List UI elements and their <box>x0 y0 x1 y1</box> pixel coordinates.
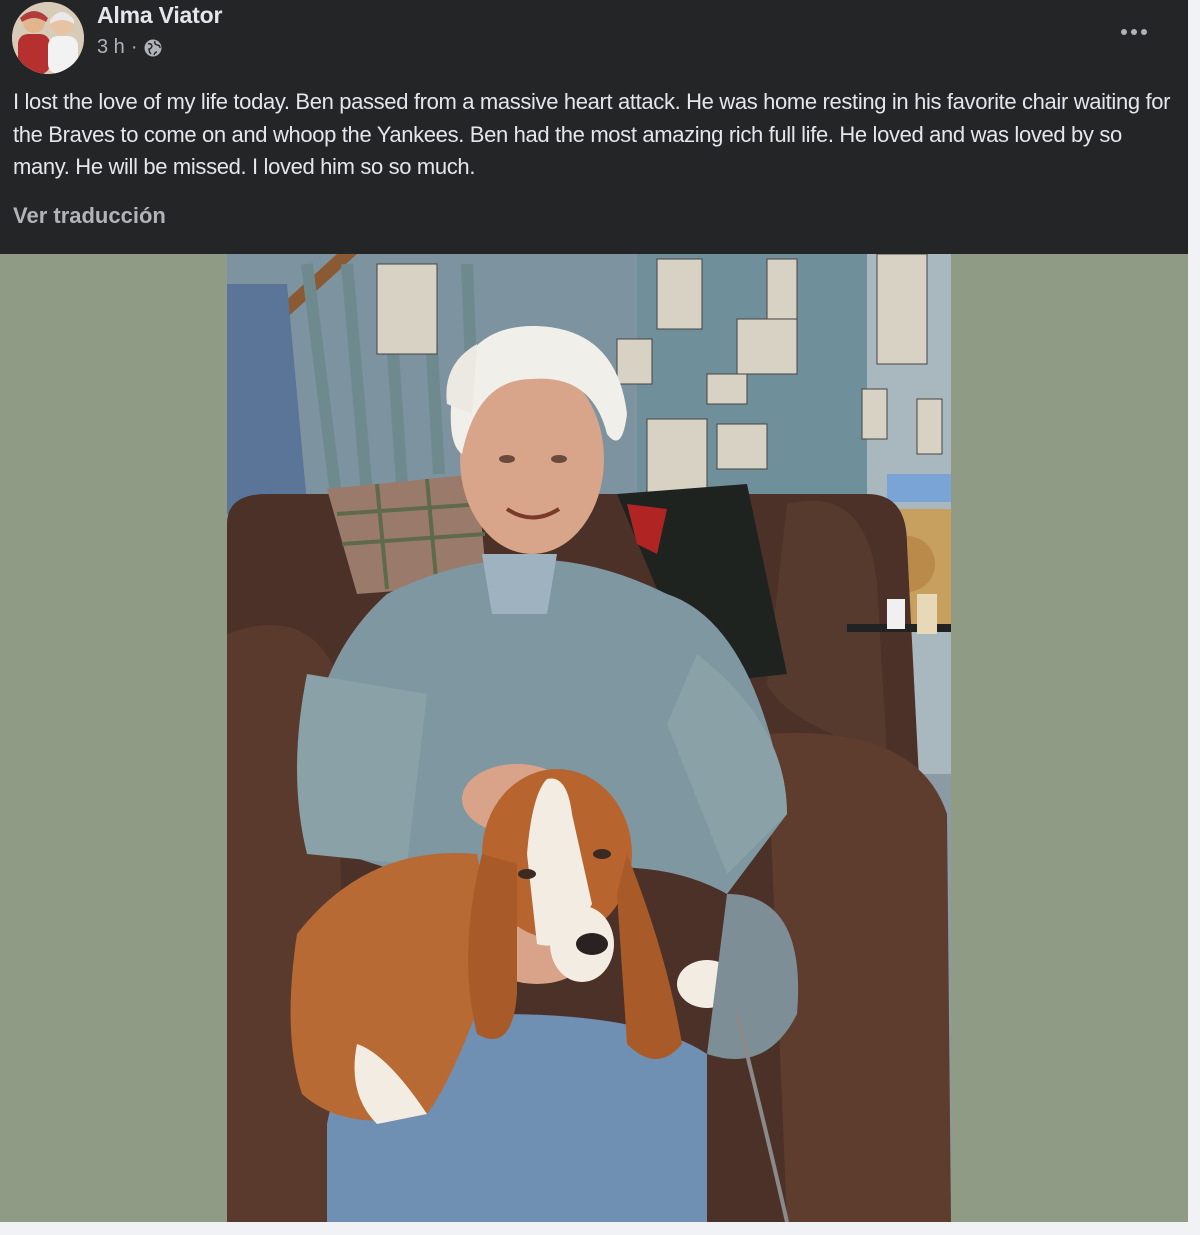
post-media <box>0 254 1188 1222</box>
page-bottom-edge <box>0 1222 1200 1235</box>
author-name[interactable]: Alma Viator <box>97 2 222 29</box>
see-translation-link[interactable]: Ver traducción <box>13 203 166 229</box>
post-time[interactable]: 3 h <box>97 36 125 59</box>
post-photo[interactable] <box>227 254 951 1222</box>
post-meta: 3 h · <box>97 36 163 59</box>
globe-icon <box>143 38 163 58</box>
more-options-icon[interactable] <box>1110 14 1158 50</box>
facebook-post: Alma Viator 3 h · I lost the love of my … <box>0 0 1188 1222</box>
post-caption: I lost the love of my life today. Ben pa… <box>13 89 1171 179</box>
meta-separator: · <box>130 36 138 58</box>
page-right-edge <box>1188 0 1200 1235</box>
author-avatar[interactable] <box>12 2 84 74</box>
